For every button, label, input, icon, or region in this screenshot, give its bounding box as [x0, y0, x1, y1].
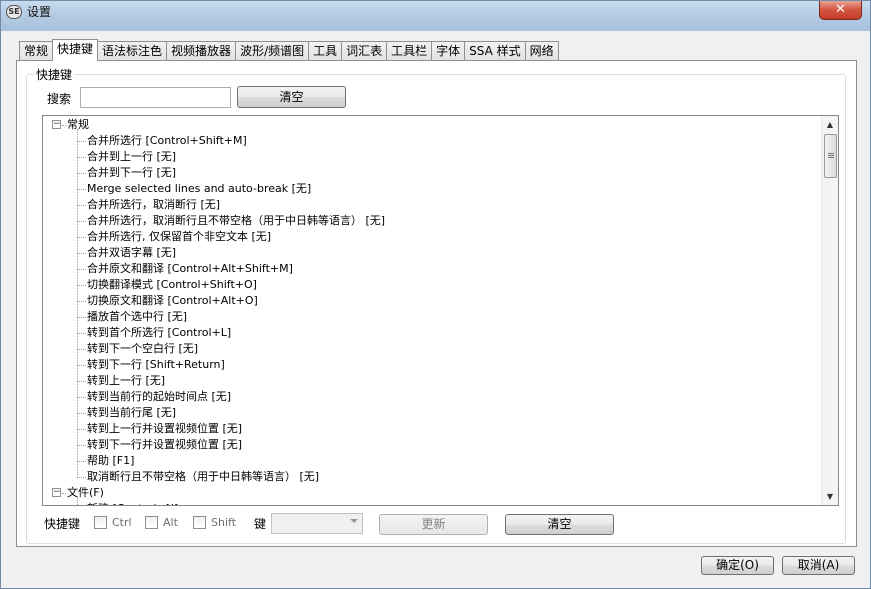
tree-guide [77, 237, 86, 238]
shortcut-item[interactable]: 转到下一行 [Shift+Return] [87, 357, 225, 373]
thumb-grip [828, 155, 834, 156]
shortcut-item[interactable]: 转到下一行并设置视频位置 [无] [87, 437, 242, 453]
shortcut-item[interactable]: 切换原文和翻译 [Control+Alt+O] [87, 293, 258, 309]
key-label: 键 [254, 517, 267, 531]
tree-guide [77, 157, 86, 158]
window-title: 设置 [27, 5, 52, 19]
tab-2[interactable]: 语法标注色 [97, 41, 168, 61]
update-button[interactable]: 更新 [379, 514, 488, 535]
shortcut-item[interactable]: 转到当前行尾 [无] [87, 405, 176, 421]
search-label: 搜索 [47, 92, 72, 106]
shortcut-item[interactable]: 转到首个所选行 [Control+L] [87, 325, 231, 341]
tree-guide [77, 477, 86, 478]
title-bar[interactable]: SE 设置 ✕ [1, 1, 870, 31]
cancel-button[interactable]: 取消(A) [782, 556, 855, 575]
tab-1[interactable]: 快捷键 [52, 39, 99, 61]
shortcut-item[interactable]: 取消断行且不带空格（用于中日韩等语言） [无] [87, 469, 319, 485]
shortcut-item[interactable]: 转到下一个空白行 [无] [87, 341, 198, 357]
shortcut-item[interactable]: 合并双语字幕 [无] [87, 245, 176, 261]
ctrl-checkbox[interactable] [94, 516, 107, 529]
tree-guide [77, 317, 86, 318]
tree-guide [77, 269, 86, 270]
shortcut-item[interactable]: Merge selected lines and auto-break [无] [87, 181, 311, 197]
tree-guide [77, 397, 86, 398]
shortcut-item[interactable]: 合并原文和翻译 [Control+Alt+Shift+M] [87, 261, 293, 277]
tree-guide [77, 365, 86, 366]
close-icon: ✕ [835, 2, 846, 17]
tab-10[interactable]: 网络 [524, 41, 559, 61]
shortcut-item[interactable]: 切换翻译模式 [Control+Shift+O] [87, 277, 257, 293]
tree-expander-minus-icon[interactable]: − [52, 120, 61, 129]
shortcuts-group-label: 快捷键 [34, 66, 75, 83]
tree-guide [77, 461, 86, 462]
shortcut-item[interactable]: 合并所选行，取消断行且不带空格（用于中日韩等语言） [无] [87, 213, 385, 229]
tab-7[interactable]: 工具栏 [386, 41, 433, 61]
thumb-grip [828, 157, 834, 158]
shift-checkbox[interactable] [193, 516, 206, 529]
shortcut-item[interactable]: 合并到上一行 [无] [87, 149, 176, 165]
ctrl-label: Ctrl [112, 516, 132, 529]
shortcut-item[interactable]: 转到上一行 [无] [87, 373, 165, 389]
shortcut-item[interactable]: 合并所选行，取消断行 [无] [87, 197, 220, 213]
alt-label: Alt [163, 516, 178, 529]
shortcut-item[interactable]: 新建 [Control+N] [87, 501, 178, 505]
thumb-grip [828, 153, 834, 154]
close-button[interactable]: ✕ [819, 1, 862, 20]
tree-guide [77, 205, 86, 206]
tree-expander-minus-icon[interactable]: − [52, 488, 61, 497]
tree-guide [77, 429, 86, 430]
shortcut-editor-label: 快捷键 [44, 517, 81, 531]
key-combobox[interactable] [271, 513, 363, 534]
tab-0[interactable]: 常规 [19, 41, 54, 61]
tree-guide [77, 349, 86, 350]
tree-category[interactable]: 文件(F) [67, 485, 104, 501]
tab-3[interactable]: 视频播放器 [166, 41, 237, 61]
tab-8[interactable]: 字体 [431, 41, 466, 61]
tree-guide [77, 413, 86, 414]
tree-guide [77, 301, 86, 302]
scroll-down-arrow-icon[interactable]: ▼ [822, 488, 838, 505]
shortcut-item[interactable]: 合并到下一行 [无] [87, 165, 176, 181]
tree-guide [77, 333, 86, 334]
alt-checkbox[interactable] [145, 516, 158, 529]
tree-guide [77, 141, 86, 142]
shortcut-item[interactable]: 合并所选行, 仅保留首个非空文本 [无] [87, 229, 271, 245]
tab-6[interactable]: 词汇表 [341, 41, 388, 61]
tree-guide [77, 173, 86, 174]
tree-category[interactable]: 常规 [67, 117, 89, 133]
search-input[interactable] [80, 87, 231, 108]
shortcut-item[interactable]: 合并所选行 [Control+Shift+M] [87, 133, 247, 149]
tree-guide [77, 129, 78, 477]
shortcuts-tree: − 常规 合并所选行 [Control+Shift+M] 合并到上一行 [无] 合并到下… [42, 115, 839, 506]
shortcut-item[interactable]: 播放首个选中行 [无] [87, 309, 187, 325]
scroll-up-arrow-icon[interactable]: ▲ [822, 116, 838, 133]
app-icon: SE [6, 5, 22, 19]
tree-guide [77, 189, 86, 190]
shift-label: Shift [211, 516, 237, 529]
scrollbar-thumb[interactable] [824, 134, 837, 178]
tree-guide [77, 497, 78, 505]
ok-button[interactable]: 确定(O) [701, 556, 774, 575]
tab-5[interactable]: 工具 [308, 41, 343, 61]
chevron-down-icon [350, 519, 358, 523]
settings-tabs: 常规 快捷键 语法标注色 视频播放器 波形/频谱图 工具 词汇表 工具栏 字体 SSA 样式 网络 [19, 39, 559, 61]
clear-shortcut-button[interactable]: 清空 [505, 514, 614, 535]
tree-content: − 常规 合并所选行 [Control+Shift+M] 合并到上一行 [无] 合并到下… [43, 116, 822, 505]
tree-guide [77, 381, 86, 382]
tab-9[interactable]: SSA 样式 [464, 41, 526, 61]
tab-4[interactable]: 波形/频谱图 [235, 41, 310, 61]
shortcut-item[interactable]: 转到上一行并设置视频位置 [无] [87, 421, 242, 437]
settings-window: SE 设置 ✕ 常规 快捷键 语法标注色 视频播放器 波形/频谱图 工具 词汇表 工具栏 字体 S… [0, 0, 871, 589]
tree-guide [77, 445, 86, 446]
tree-guide [77, 253, 86, 254]
shortcut-item[interactable]: 转到当前行的起始时间点 [无] [87, 389, 231, 405]
clear-search-button[interactable]: 清空 [237, 86, 346, 108]
tree-guide [62, 125, 66, 126]
tree-guide [77, 285, 86, 286]
tree-guide [77, 221, 86, 222]
tree-guide [62, 493, 66, 494]
shortcut-item[interactable]: 帮助 [F1] [87, 453, 134, 469]
tree-vertical-scrollbar[interactable]: ▲ ▼ [821, 116, 838, 505]
